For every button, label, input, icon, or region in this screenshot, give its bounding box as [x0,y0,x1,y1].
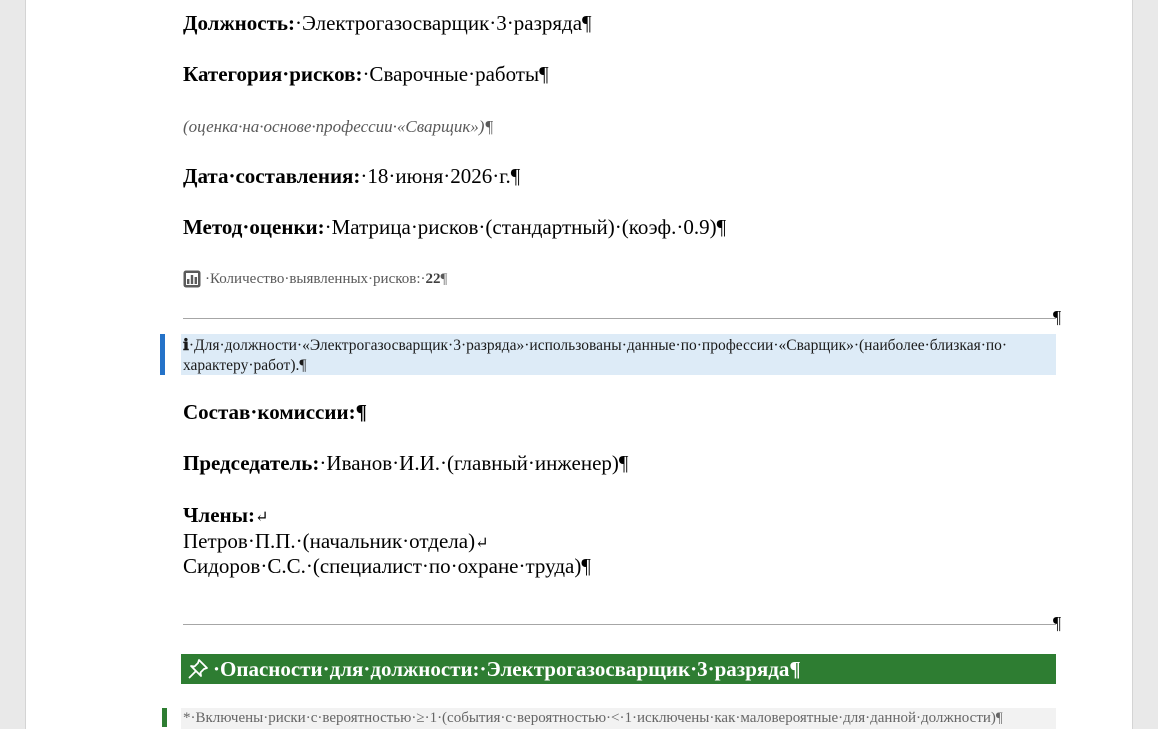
method-value: ·Матрица·рисков·(стандартный)·(коэф.·0.9… [324,215,727,239]
date-line: Дата·составления:·18·июня·2026·г.¶ [183,164,520,189]
risk-category-line: Категория·рисков:·Сварочные·работы¶ [183,62,549,87]
chairman-label: Председатель: [183,451,320,475]
horizontal-rule [183,318,1056,319]
info-line2: характеру·работ).¶ [183,357,307,374]
risk-count-label: ·Количество·выявленных·рисков:· [205,270,426,287]
date-label: Дата·составления: [183,164,361,188]
assessment-note: (оценка·на·основе·профессии·«Сварщик»)¶ [183,117,494,136]
date-value: ·18·июня·2026·г.¶ [360,164,521,188]
chairman-value: ·Иванов·И.И.·(главный·инженер)¶ [319,451,629,475]
risk-category-label: Категория·рисков: [183,62,363,86]
method-label: Метод·оценки: [183,215,325,239]
line-break-mark: ↵ [255,509,269,526]
horizontal-rule [183,624,1056,625]
risk-count-mark: ¶ [440,270,448,287]
risk-count-value: 22 [425,270,441,287]
info-accent-bar [160,334,165,375]
position-value: ·Электрогазосварщик·3·разряда¶ [295,11,592,35]
chairman-line: Председатель:·Иванов·И.И.·(главный·инжен… [183,451,628,476]
info-note: ℹ·Для·должности·«Электрогазосварщик·3·ра… [181,334,1056,375]
members-label: Члены: [183,503,256,527]
method-line: Метод·оценки:·Матрица·рисков·(стандартны… [183,215,726,240]
position-label: Должность: [183,11,296,35]
bar-chart-icon [183,270,201,288]
footnote: *·Включены·риски·с·вероятностью·≥·1·(соб… [181,708,1056,729]
position-line: Должность:·Электрогазосварщик·3·разряда¶ [183,11,592,36]
risk-count-line: ·Количество·выявленных·рисков:· 22 ¶ [183,270,447,288]
info-line1: ·Для·должности·«Электрогазосварщик·3·раз… [188,337,1008,354]
line-break-mark: ↵ [475,535,489,552]
member-item: Сидоров·С.С.·(специалист·по·охране·труда… [183,554,591,579]
paragraph-mark: ¶ [1053,613,1062,633]
hazards-heading: ·Опасности·для·должности:·Электрогазосва… [181,654,1056,684]
member-item: Петров·П.П.·(начальник·отдела)↵ [183,529,489,554]
footnote-accent-bar [162,708,167,727]
paragraph-mark: ¶ [1053,307,1062,327]
commission-title: Состав·комиссии:¶ [183,400,367,424]
risk-category-value: ·Сварочные·работы¶ [362,62,549,86]
pin-icon [187,658,209,680]
members-label-line: Члены:↵ [183,503,268,528]
hazards-heading-text: ·Опасности·для·должности:·Электрогазосва… [213,656,801,681]
member-name: Петров·П.П.·(начальник·отдела) [183,529,476,553]
member-name: Сидоров·С.С.·(специалист·по·охране·труда… [183,554,591,578]
